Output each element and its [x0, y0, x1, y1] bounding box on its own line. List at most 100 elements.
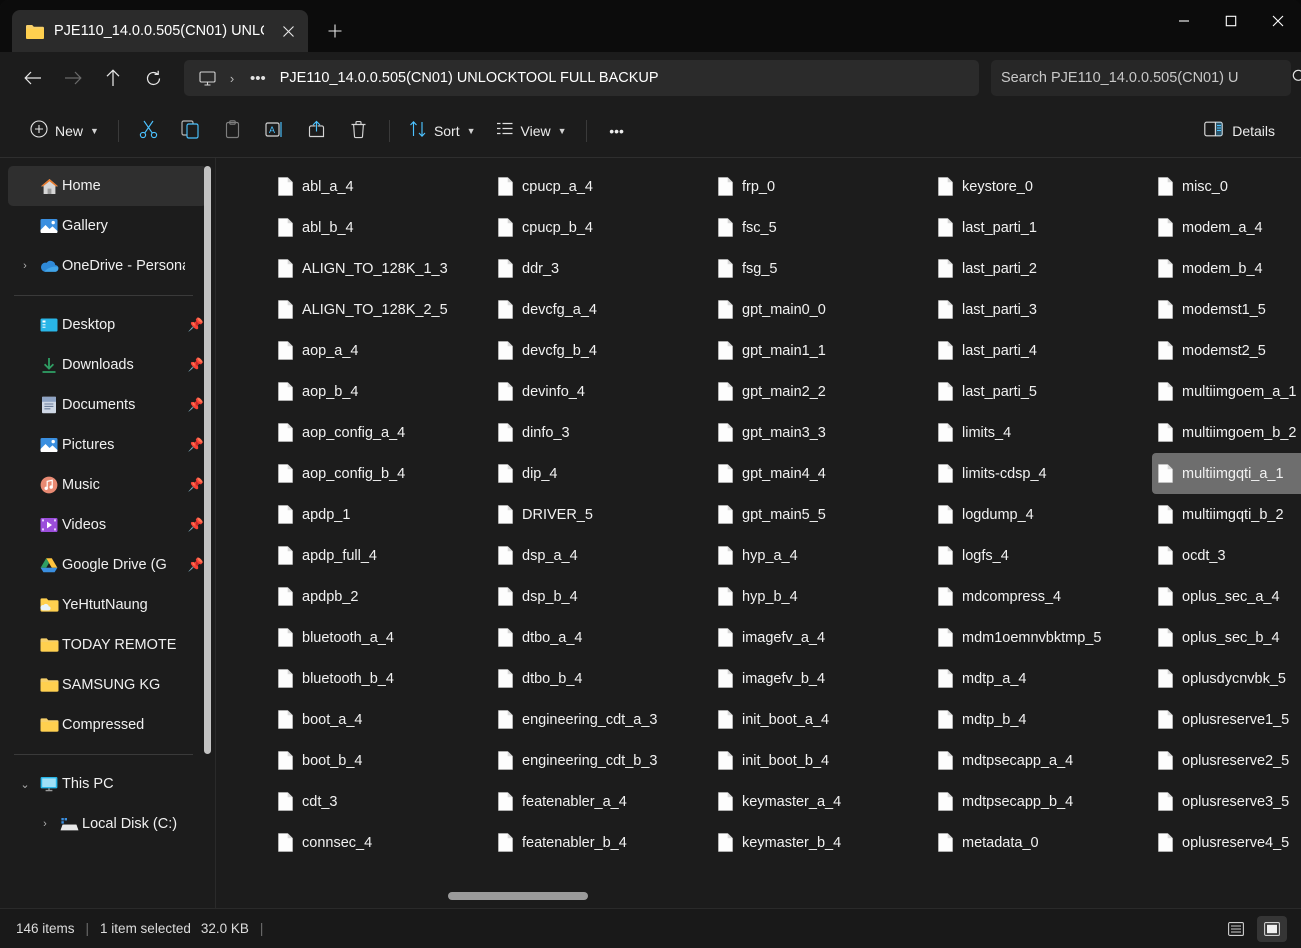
large-icons-view-icon[interactable] [1257, 915, 1287, 942]
file-item[interactable]: dsp_b_4 [492, 576, 704, 617]
browser-tab[interactable]: PJE110_14.0.0.505(CN01) UNLO [12, 10, 308, 52]
file-item[interactable]: devcfg_b_4 [492, 330, 704, 371]
file-item[interactable]: aop_a_4 [272, 330, 484, 371]
file-item[interactable]: mdm1oemnvbktmp_5 [932, 617, 1144, 658]
file-item[interactable]: DRIVER_5 [492, 494, 704, 535]
file-item[interactable]: aop_config_b_4 [272, 453, 484, 494]
more-options-button[interactable]: ••• [596, 113, 638, 149]
view-button[interactable]: View ▼ [486, 113, 577, 149]
sidebar-item-google-drive[interactable]: Google Drive (G 📌 [8, 545, 207, 585]
horizontal-scrollbar[interactable] [232, 892, 1293, 900]
file-item[interactable]: last_parti_2 [932, 248, 1144, 289]
file-item[interactable]: keystore_0 [932, 166, 1144, 207]
file-item[interactable]: last_parti_5 [932, 371, 1144, 412]
file-item[interactable]: mdtp_b_4 [932, 699, 1144, 740]
chevron-down-icon[interactable]: ⌄ [14, 778, 36, 791]
file-item[interactable]: oplus_sec_a_4 [1152, 576, 1301, 617]
file-item[interactable]: ocdt_3 [1152, 535, 1301, 576]
file-item[interactable]: oplus_sec_b_4 [1152, 617, 1301, 658]
cut-button[interactable] [128, 113, 170, 149]
file-item[interactable]: abl_a_4 [272, 166, 484, 207]
search-box[interactable] [991, 60, 1301, 96]
file-item[interactable]: modem_b_4 [1152, 248, 1301, 289]
sidebar-item-compressed[interactable]: Compressed [8, 705, 207, 745]
sidebar-scrollbar[interactable] [204, 166, 211, 754]
file-item[interactable]: featenabler_a_4 [492, 781, 704, 822]
file-item[interactable]: mdtpsecapp_a_4 [932, 740, 1144, 781]
file-item[interactable]: misc_0 [1152, 166, 1301, 207]
file-item[interactable]: modemst2_5 [1152, 330, 1301, 371]
file-item[interactable]: mdtpsecapp_b_4 [932, 781, 1144, 822]
file-item[interactable]: apdp_1 [272, 494, 484, 535]
file-item[interactable]: featenabler_b_4 [492, 822, 704, 863]
file-item[interactable]: dtbo_b_4 [492, 658, 704, 699]
chevron-right-icon[interactable]: › [34, 818, 56, 830]
sidebar-item-this-pc[interactable]: ⌄ This PC [8, 764, 207, 804]
sidebar-item-local-disk-c[interactable]: › Local Disk (C:) [8, 804, 207, 844]
close-icon[interactable] [1254, 0, 1301, 42]
copy-button[interactable] [170, 113, 212, 149]
file-item[interactable]: devinfo_4 [492, 371, 704, 412]
file-item[interactable]: multiimgqti_a_1 [1152, 453, 1301, 494]
up-button[interactable] [94, 60, 132, 96]
file-item[interactable]: imagefv_b_4 [712, 658, 924, 699]
share-button[interactable] [296, 113, 338, 149]
forward-button[interactable] [54, 60, 92, 96]
file-item[interactable]: limits_4 [932, 412, 1144, 453]
file-item[interactable]: cpucp_b_4 [492, 207, 704, 248]
file-item[interactable]: aop_config_a_4 [272, 412, 484, 453]
paste-button[interactable] [212, 113, 254, 149]
file-item[interactable]: modem_a_4 [1152, 207, 1301, 248]
file-item[interactable]: multiimgoem_b_2 [1152, 412, 1301, 453]
file-item[interactable]: hyp_a_4 [712, 535, 924, 576]
file-item[interactable]: logfs_4 [932, 535, 1144, 576]
file-item[interactable]: keymaster_b_4 [712, 822, 924, 863]
file-item[interactable]: keymaster_a_4 [712, 781, 924, 822]
file-item[interactable]: bluetooth_b_4 [272, 658, 484, 699]
file-item[interactable]: ddr_3 [492, 248, 704, 289]
file-item[interactable]: modemst1_5 [1152, 289, 1301, 330]
file-item[interactable]: dinfo_3 [492, 412, 704, 453]
file-item[interactable]: apdpb_2 [272, 576, 484, 617]
address-bar[interactable]: › ••• PJE110_14.0.0.505(CN01) UNLOCKTOOL… [184, 60, 979, 96]
sidebar-item-today-remote[interactable]: TODAY REMOTE [8, 625, 207, 665]
sidebar-item-music[interactable]: Music 📌 [8, 465, 207, 505]
sidebar-item-onedrive[interactable]: › OneDrive - Persona [8, 246, 207, 286]
file-item[interactable]: bluetooth_a_4 [272, 617, 484, 658]
file-item[interactable]: multiimgoem_a_1 [1152, 371, 1301, 412]
file-item[interactable]: limits-cdsp_4 [932, 453, 1144, 494]
sidebar-item-gallery[interactable]: Gallery [8, 206, 207, 246]
file-item[interactable]: connsec_4 [272, 822, 484, 863]
file-item[interactable]: gpt_main3_3 [712, 412, 924, 453]
file-item[interactable]: multiimgqti_b_2 [1152, 494, 1301, 535]
file-item[interactable]: mdcompress_4 [932, 576, 1144, 617]
chevron-right-icon[interactable]: › [14, 260, 36, 272]
file-item[interactable]: oplusreserve1_5 [1152, 699, 1301, 740]
file-item[interactable]: cpucp_a_4 [492, 166, 704, 207]
this-pc-icon[interactable] [192, 64, 222, 92]
file-item[interactable]: cdt_3 [272, 781, 484, 822]
file-item[interactable]: init_boot_a_4 [712, 699, 924, 740]
file-item[interactable]: last_parti_1 [932, 207, 1144, 248]
file-list-pane[interactable]: abl_a_4 abl_b_4 ALIGN_TO_128K_1_3 ALIGN_TO_… [216, 158, 1301, 908]
file-item[interactable]: dtbo_a_4 [492, 617, 704, 658]
search-icon[interactable] [1292, 69, 1301, 88]
breadcrumb-separator[interactable]: › [224, 71, 240, 86]
sidebar-item-desktop[interactable]: Desktop 📌 [8, 305, 207, 345]
file-item[interactable]: dsp_a_4 [492, 535, 704, 576]
file-item[interactable]: oplusreserve4_5 [1152, 822, 1301, 863]
file-item[interactable]: boot_b_4 [272, 740, 484, 781]
file-item[interactable]: ALIGN_TO_128K_1_3 [272, 248, 484, 289]
sidebar-item-home[interactable]: Home [8, 166, 207, 206]
sidebar-item-downloads[interactable]: Downloads 📌 [8, 345, 207, 385]
sidebar-item-samsung-kg[interactable]: SAMSUNG KG [8, 665, 207, 705]
file-item[interactable]: engineering_cdt_b_3 [492, 740, 704, 781]
minimize-icon[interactable] [1160, 0, 1207, 42]
search-input[interactable] [1001, 70, 1281, 86]
breadcrumb-overflow[interactable]: ••• [242, 70, 274, 87]
file-item[interactable]: gpt_main5_5 [712, 494, 924, 535]
file-item[interactable]: gpt_main1_1 [712, 330, 924, 371]
new-button[interactable]: New ▼ [20, 113, 109, 149]
sidebar-item-videos[interactable]: Videos 📌 [8, 505, 207, 545]
file-item[interactable]: engineering_cdt_a_3 [492, 699, 704, 740]
